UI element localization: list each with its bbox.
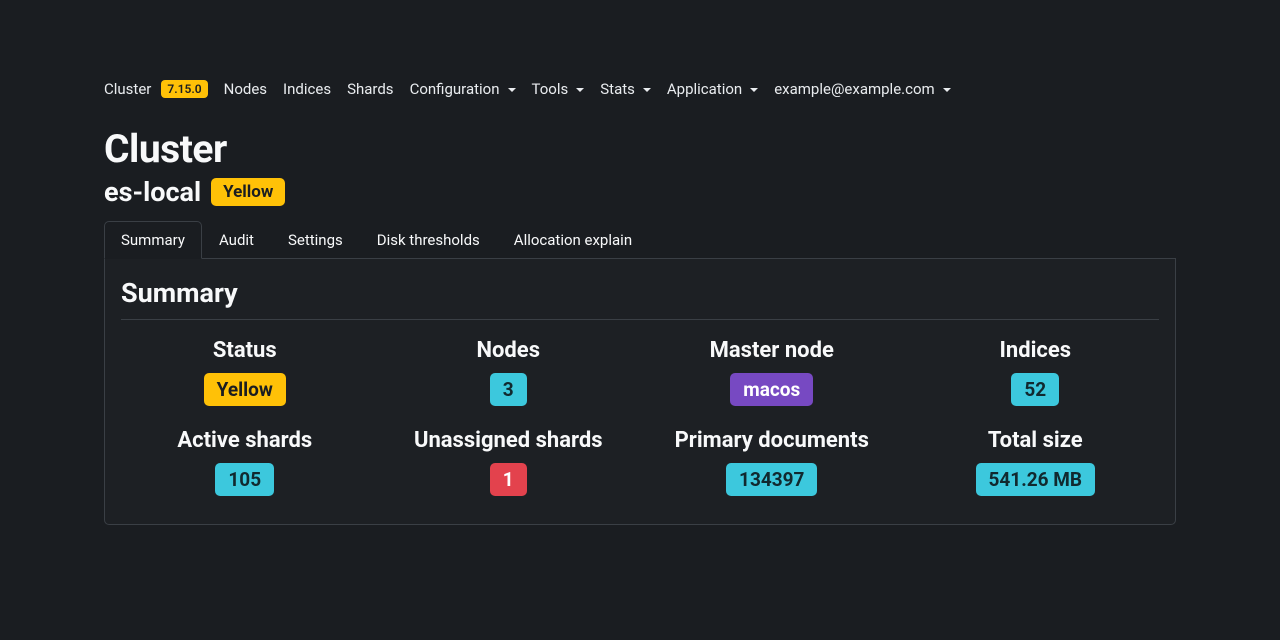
nav-item-label: example@example.com (774, 80, 934, 98)
chevron-down-icon (943, 88, 951, 92)
stat-value-badge: 52 (1011, 373, 1059, 406)
stat-value-badge: Yellow (204, 373, 286, 406)
stat-value-badge: 3 (490, 373, 527, 406)
stat-title: Primary documents (648, 428, 896, 453)
master-node-link[interactable]: macos (743, 378, 800, 401)
stat-total-size: Total size 541.26 MB (912, 428, 1160, 496)
stat-unassigned-shards: Unassigned shards 1 (385, 428, 633, 496)
stat-title: Master node (648, 338, 896, 363)
tab-summary[interactable]: Summary (104, 221, 202, 259)
nav-brand[interactable]: Cluster 7.15.0 (104, 80, 208, 98)
cluster-subheader: es-local Yellow (104, 176, 1176, 208)
summary-panel: Summary Status Yellow Nodes 3 Master nod… (104, 259, 1176, 525)
stat-value-badge: 105 (215, 463, 274, 496)
chevron-down-icon (508, 88, 516, 92)
stat-title: Indices (912, 338, 1160, 363)
page-title: Cluster (104, 126, 1176, 172)
nav-item-label: Configuration (410, 80, 500, 98)
chevron-down-icon (643, 88, 651, 92)
stat-title: Total size (912, 428, 1160, 453)
nav-tools[interactable]: Tools (532, 80, 585, 98)
cluster-name: es-local (104, 176, 201, 208)
unassigned-shards-link[interactable]: 1 (503, 468, 514, 491)
nav-item-label: Application (667, 80, 742, 98)
stat-title: Unassigned shards (385, 428, 633, 453)
nav-stats[interactable]: Stats (600, 80, 651, 98)
nav-nodes[interactable]: Nodes (224, 80, 267, 98)
stat-primary-documents: Primary documents 134397 (648, 428, 896, 496)
nav-item-label: Nodes (224, 80, 267, 98)
stat-value-badge[interactable]: macos (730, 373, 813, 406)
stat-indices: Indices 52 (912, 338, 1160, 406)
stat-title: Status (121, 338, 369, 363)
chevron-down-icon (750, 88, 758, 92)
stat-nodes: Nodes 3 (385, 338, 633, 406)
stat-title: Nodes (385, 338, 633, 363)
tab-settings[interactable]: Settings (271, 221, 360, 259)
chevron-down-icon (576, 88, 584, 92)
stat-master-node: Master node macos (648, 338, 896, 406)
nav-user-menu[interactable]: example@example.com (774, 80, 950, 98)
stat-status: Status Yellow (121, 338, 369, 406)
stats-grid: Status Yellow Nodes 3 Master node macos … (121, 338, 1159, 496)
stat-value-badge: 541.26 MB (976, 463, 1096, 496)
nav-shards[interactable]: Shards (347, 80, 393, 98)
cluster-tabs: Summary Audit Settings Disk thresholds A… (104, 220, 1176, 259)
nav-item-label: Shards (347, 80, 393, 98)
tab-disk-thresholds[interactable]: Disk thresholds (360, 221, 497, 259)
nav-item-label: Indices (283, 80, 331, 98)
stat-value-badge[interactable]: 1 (490, 463, 527, 496)
stat-active-shards: Active shards 105 (121, 428, 369, 496)
stat-value-badge: 134397 (726, 463, 817, 496)
top-navbar: Cluster 7.15.0 Nodes Indices Shards Conf… (104, 80, 1176, 98)
cluster-health-badge: Yellow (211, 178, 285, 206)
nav-item-label: Tools (532, 80, 569, 98)
summary-heading: Summary (121, 277, 1159, 320)
stat-title: Active shards (121, 428, 369, 453)
nav-configuration[interactable]: Configuration (410, 80, 516, 98)
nav-brand-label: Cluster (104, 80, 151, 98)
tab-allocation-explain[interactable]: Allocation explain (497, 221, 649, 259)
tab-audit[interactable]: Audit (202, 221, 271, 259)
nav-indices[interactable]: Indices (283, 80, 331, 98)
nav-application[interactable]: Application (667, 80, 758, 98)
version-badge: 7.15.0 (161, 80, 207, 98)
nav-item-label: Stats (600, 80, 635, 98)
